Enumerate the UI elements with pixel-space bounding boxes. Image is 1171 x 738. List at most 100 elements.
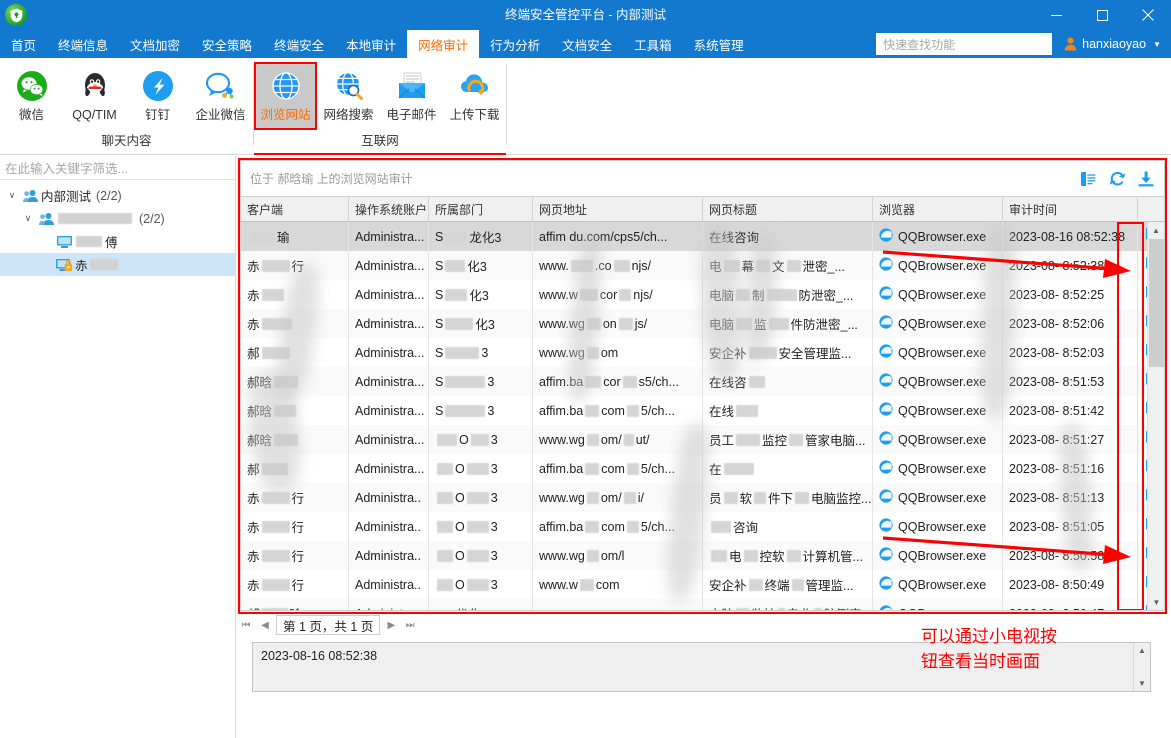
table-row[interactable]: 郝 Administra... S3 www.wgom 安企补安全管理监... … xyxy=(241,338,1164,367)
column-header-browser[interactable]: 浏览器 xyxy=(873,197,1003,221)
menu-item-terminal-security[interactable]: 终端安全 xyxy=(263,30,335,58)
table-row[interactable]: 瑜 Administra... S龙化3 affim du.com/cps5/c… xyxy=(241,222,1164,251)
tree-node-device-2[interactable]: 赤 xyxy=(0,253,235,276)
table-row[interactable]: 郝晗 Administra... S3 affim.bacors5/ch... … xyxy=(241,367,1164,396)
column-header-audit-time[interactable]: 审计时间 xyxy=(1003,197,1138,221)
chevron-down-icon[interactable]: ∨ xyxy=(20,213,36,224)
ribbon-button-email[interactable]: 电子邮件 xyxy=(380,62,443,130)
ribbon-button-wechat-label: 微信 xyxy=(19,108,44,122)
device-tree: ∨ 内部测试 (2/2) ∨ (2/2) 傅 xyxy=(0,180,235,276)
tree-node-device-1-label: 傅 xyxy=(105,232,118,251)
close-icon[interactable] xyxy=(1125,0,1171,30)
cell-department: 850优化3 xyxy=(429,599,533,611)
user-menu[interactable]: hanxiaoyao ▼ xyxy=(1052,30,1171,58)
quick-search-input[interactable]: 快速查找功能 xyxy=(876,33,1052,55)
column-header-url[interactable]: 网页地址 xyxy=(533,197,703,221)
chevron-down-icon[interactable]: ∨ xyxy=(4,190,20,201)
menu-item-doc-security[interactable]: 文档安全 xyxy=(551,30,623,58)
redacted-text xyxy=(76,236,102,247)
tree-node-subgroup[interactable]: ∨ (2/2) xyxy=(0,207,235,230)
cell-url: affim.bacom5/ch... xyxy=(533,454,703,483)
menu-item-toolbox[interactable]: 工具箱 xyxy=(623,30,683,58)
cell-browser: QQBrowser.exe xyxy=(873,541,1003,570)
table-row[interactable]: 赤 Administra... S化3 www.wcornjs/ 电脑制防泄密_… xyxy=(241,280,1164,309)
cell-department: S龙化3 xyxy=(429,222,533,251)
cell-client: 赤行 xyxy=(241,251,349,280)
column-header-page-title[interactable]: 网页标题 xyxy=(703,197,873,221)
cell-client: 赤行 xyxy=(241,483,349,512)
scrollbar-thumb[interactable] xyxy=(1149,239,1164,367)
menu-item-system-admin[interactable]: 系统管理 xyxy=(683,30,755,58)
cell-url: www.wcornjs/ xyxy=(533,280,703,309)
cell-browser: QQBrowser.exe xyxy=(873,425,1003,454)
cell-account: Administra.. xyxy=(349,570,429,599)
tree-node-device-1[interactable]: 傅 xyxy=(0,230,235,253)
ribbon-button-upload-download[interactable]: 上传下载 xyxy=(443,62,506,130)
minimize-icon[interactable] xyxy=(1033,0,1079,30)
scroll-down-icon[interactable]: ▼ xyxy=(1148,594,1165,611)
column-header-department[interactable]: 所属部门 xyxy=(429,197,533,221)
next-page-button[interactable]: ▶ xyxy=(383,620,399,631)
menu-item-security-policy[interactable]: 安全策略 xyxy=(191,30,263,58)
first-page-button[interactable]: ⏮ xyxy=(238,620,254,631)
table-row[interactable]: 赤行 Administra.. O3 www.wgom/l 电控软计算机管...… xyxy=(241,541,1164,570)
qqbrowser-icon xyxy=(879,605,893,611)
cell-account: Administra... xyxy=(349,367,429,396)
ribbon-button-browse-web[interactable]: 浏览网站 xyxy=(254,62,317,130)
grid-body: 瑜 Administra... S龙化3 affim du.com/cps5/c… xyxy=(240,222,1165,611)
redacted-text xyxy=(90,259,118,270)
menu-item-behavior-analysis[interactable]: 行为分析 xyxy=(479,30,551,58)
column-header-client[interactable]: 客户端 xyxy=(241,197,349,221)
cell-page-title: 安企补安全管理监... xyxy=(703,338,873,367)
ribbon-button-web-search[interactable]: 网络搜索 xyxy=(317,62,380,130)
menu-item-doc-encrypt[interactable]: 文档加密 xyxy=(119,30,191,58)
cell-browser: QQBrowser.exe xyxy=(873,570,1003,599)
table-row[interactable]: 郝晗 Administra... O3 www.wgom/ut/ 员工监控管家电… xyxy=(241,425,1164,454)
prev-page-button[interactable]: ◀ xyxy=(257,620,273,631)
table-row[interactable]: 郝瑜 Administra.. 850优化3 电脑监控专业脑测密... QQB … xyxy=(241,599,1164,611)
table-row[interactable]: 郝 Administra... O3 affim.bacom5/ch... 在 … xyxy=(241,454,1164,483)
scroll-up-icon[interactable]: ▲ xyxy=(1148,222,1164,239)
cell-page-title: 在线咨询 xyxy=(703,222,873,251)
qqbrowser-icon xyxy=(879,518,893,535)
menu-item-home[interactable]: 首页 xyxy=(0,30,47,58)
cell-browser: QQBrowser.exe xyxy=(873,483,1003,512)
computer-lock-icon xyxy=(54,258,74,272)
menu-item-local-audit[interactable]: 本地审计 xyxy=(335,30,407,58)
table-row[interactable]: 赤行 Administra.. O3 www.wcom 安企补终端管理监... … xyxy=(241,570,1164,599)
cell-audit-time: 2023-08- 8:51:13 xyxy=(1003,483,1138,512)
refresh-icon[interactable] xyxy=(1109,171,1126,187)
cell-url: www.wgom/l xyxy=(533,541,703,570)
group-icon xyxy=(36,212,56,226)
grid-vertical-scrollbar[interactable]: ▲ ▼ xyxy=(1147,222,1164,611)
table-row[interactable]: 赤行 Administra.. O3 www.wgom/i/ 员软件下电脑监控.… xyxy=(241,483,1164,512)
download-icon[interactable] xyxy=(1138,171,1154,187)
ribbon-group-chat: 微信 QQ/TIM 钉钉 xyxy=(0,58,253,155)
ribbon-button-wecom[interactable]: 企业微信 xyxy=(189,62,252,130)
cell-page-title: 在 xyxy=(703,454,873,483)
table-row[interactable]: 赤 Administra... S化3 www.wgonjs/ 电脑监件防泄密_… xyxy=(241,309,1164,338)
last-page-button[interactable]: ⏭ xyxy=(402,620,418,631)
cell-browser: QQBrowser.exe xyxy=(873,309,1003,338)
tree-node-root[interactable]: ∨ 内部测试 (2/2) xyxy=(0,184,235,207)
column-header-playback[interactable] xyxy=(1138,197,1164,221)
scroll-down-icon[interactable]: ▼ xyxy=(1134,676,1150,691)
detail-panel-icon[interactable] xyxy=(1081,171,1097,187)
shield-logo-icon xyxy=(5,4,27,26)
cell-account: Administra.. xyxy=(349,541,429,570)
ribbon-button-wechat[interactable]: 微信 xyxy=(0,62,63,130)
table-row[interactable]: 郝晗 Administra... S3 affim.bacom5/ch... 在… xyxy=(241,396,1164,425)
tree-filter-input[interactable]: 在此输入关键字筛选... xyxy=(0,156,235,180)
cell-audit-time: 2023-08- 8:51:16 xyxy=(1003,454,1138,483)
menu-item-terminal-info[interactable]: 终端信息 xyxy=(47,30,119,58)
table-row[interactable]: 赤行 Administra.. O3 affim.bacom5/ch... 咨询… xyxy=(241,512,1164,541)
ribbon-button-qq-label: QQ/TIM xyxy=(72,108,116,122)
column-header-os-account[interactable]: 操作系统账户 xyxy=(349,197,429,221)
maximize-icon[interactable] xyxy=(1079,0,1125,30)
table-row[interactable]: 赤行 Administra... S化3 www..conjs/ 电幕文泄密_.… xyxy=(241,251,1164,280)
menu-item-network-audit[interactable]: 网络审计 xyxy=(407,30,479,58)
ribbon-button-dingtalk[interactable]: 钉钉 xyxy=(126,62,189,130)
cell-browser: QQB xyxy=(873,599,1003,611)
ribbon-button-qq[interactable]: QQ/TIM xyxy=(63,62,126,130)
annotation-line-1: 可以通过小电视按 xyxy=(921,624,1161,649)
